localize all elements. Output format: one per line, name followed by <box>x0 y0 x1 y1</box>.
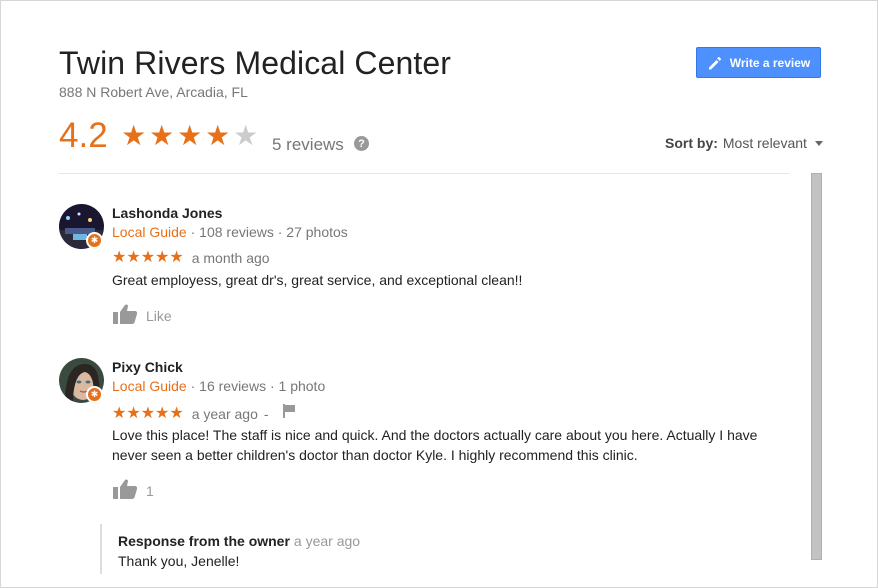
reviews-panel: Twin Rivers Medical Center 888 N Robert … <box>0 0 878 588</box>
local-guide-label[interactable]: Local Guide <box>112 224 187 240</box>
chevron-down-icon <box>814 140 823 146</box>
owner-response-time: a year ago <box>293 533 361 549</box>
thumbs-up-icon <box>112 478 138 503</box>
like-count: 1 <box>146 482 154 499</box>
star-empty-icon: ★ <box>233 119 259 151</box>
like-button[interactable]: 1 <box>112 478 154 503</box>
local-guide-badge-icon: ✱ <box>86 386 103 403</box>
review-time: a year ago <box>191 405 258 422</box>
sort-value: Most relevant <box>722 135 807 151</box>
review-rating-row: ★★★★★ a month ago <box>112 249 270 267</box>
separator: - <box>263 405 269 422</box>
owner-response-title: Response from the owner <box>118 533 290 549</box>
sort-label: Sort by: <box>665 135 718 151</box>
reviewer-stats: · 108 reviews · 27 photos <box>186 224 348 240</box>
reviewer-meta: Local Guide · 16 reviews · 1 photo <box>112 378 325 394</box>
place-address: 888 N Robert Ave, Arcadia, FL <box>59 84 248 100</box>
owner-response: Response from the owner a year ago Thank … <box>100 524 600 574</box>
scrollbar[interactable] <box>811 173 822 560</box>
review-text: Great employess, great dr's, great servi… <box>112 272 523 288</box>
pencil-icon <box>707 55 723 71</box>
average-rating-stars: ★ ★ ★ ★ ★ <box>120 119 260 151</box>
write-review-button[interactable]: Write a review <box>696 47 821 78</box>
like-label: Like <box>146 307 172 324</box>
reviewer-stats: · 16 reviews · 1 photo <box>186 378 326 394</box>
owner-response-heading: Response from the owner a year ago <box>118 533 360 549</box>
review-item: ✱ Pixy Chick Local Guide · 16 reviews · … <box>59 358 799 499</box>
reviewer-name[interactable]: Pixy Chick <box>112 359 183 375</box>
local-guide-badge-icon: ✱ <box>86 232 103 249</box>
review-stars: ★★★★★ <box>112 249 184 266</box>
review-stars: ★★★★★ <box>112 404 184 422</box>
review-text: Love this place! The staff is nice and q… <box>112 427 758 463</box>
review-rating-row: ★★★★★ a year ago - <box>112 404 295 423</box>
star-icon: ★ <box>205 119 231 151</box>
like-button[interactable]: Like <box>112 303 172 328</box>
local-guide-label[interactable]: Local Guide <box>112 378 187 394</box>
owner-response-text: Thank you, Jenelle! <box>118 553 240 569</box>
average-rating: 4.2 <box>59 116 108 155</box>
place-title: Twin Rivers Medical Center <box>59 45 452 81</box>
review-item: ✱ Lashonda Jones Local Guide · 108 revie… <box>59 204 799 334</box>
thumbs-up-icon <box>112 303 138 328</box>
reviewer-name[interactable]: Lashonda Jones <box>112 205 222 221</box>
reviewer-meta: Local Guide · 108 reviews · 27 photos <box>112 224 348 240</box>
review-count[interactable]: 5 reviews <box>272 135 344 155</box>
divider <box>59 173 789 174</box>
review-time: a month ago <box>191 250 270 266</box>
flag-icon[interactable] <box>282 404 295 423</box>
sort-dropdown[interactable]: Sort by: Most relevant <box>665 135 823 151</box>
rating-summary: 4.2 ★ ★ ★ ★ ★ <box>59 118 260 153</box>
help-icon[interactable]: ? <box>354 136 369 151</box>
star-icon: ★ <box>149 119 175 151</box>
write-review-label: Write a review <box>729 55 811 70</box>
star-icon: ★ <box>177 119 203 151</box>
star-icon: ★ <box>121 119 147 151</box>
